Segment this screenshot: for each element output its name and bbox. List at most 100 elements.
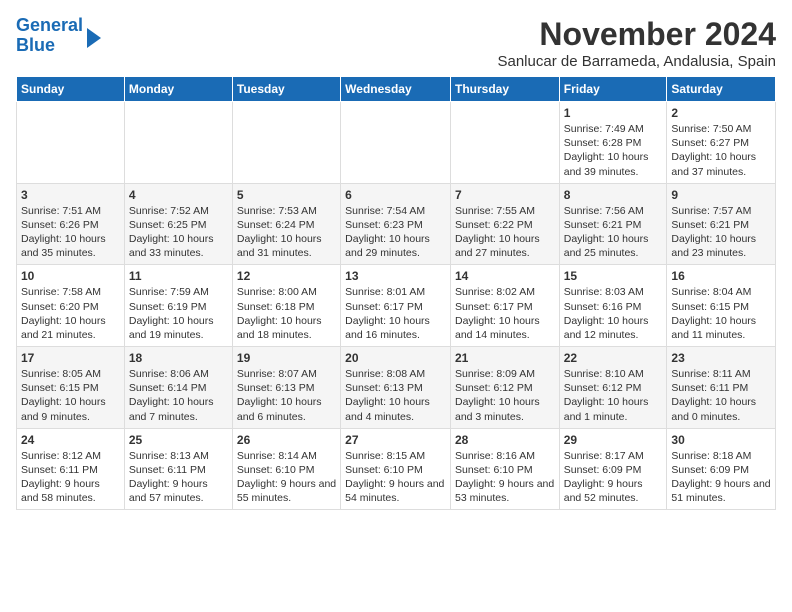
calendar-cell: 11Sunrise: 7:59 AM Sunset: 6:19 PM Dayli… [124, 265, 232, 347]
month-title: November 2024 [497, 16, 776, 53]
day-number: 4 [129, 188, 228, 202]
day-info: Sunrise: 7:49 AM Sunset: 6:28 PM Dayligh… [564, 122, 663, 179]
logo-arrow-icon [87, 28, 101, 48]
calendar-cell: 16 Sunrise: 8:04 AM Sunset: 6:15 PM Dayli… [667, 265, 776, 347]
day-info: Sunrise: 8:03 AM Sunset: 6:16 PM Dayligh… [564, 285, 663, 342]
day-number: 12 [237, 269, 336, 283]
day-info: Sunrise: 8:01 AM Sunset: 6:17 PM Dayligh… [345, 285, 446, 342]
day-number: 18 [129, 351, 228, 365]
calendar-cell: 29 Sunrise: 8:17 AM Sunset: 6:09 PM Dayli… [559, 428, 667, 510]
calendar-cell: 20 Sunrise: 8:08 AM Sunset: 6:13 PM Dayli… [341, 347, 451, 429]
calendar-cell: 27 Sunrise: 8:15 AM Sunset: 6:10 PM Dayli… [341, 428, 451, 510]
calendar-cell: 17Sunrise: 8:05 AM Sunset: 6:15 PM Dayli… [17, 347, 125, 429]
calendar-week-row: 3Sunrise: 7:51 AM Sunset: 6:26 PM Daylig… [17, 183, 776, 265]
weekday-header-cell: Friday [559, 77, 667, 102]
day-number: 14 [455, 269, 555, 283]
calendar-cell: 25 Sunrise: 8:13 AM Sunset: 6:11 PM Dayli… [124, 428, 232, 510]
calendar-cell: 28 Sunrise: 8:16 AM Sunset: 6:10 PM Dayli… [450, 428, 559, 510]
header: General Blue November 2024 Sanlucar de B… [16, 16, 776, 70]
day-number: 9 [671, 188, 771, 202]
day-info: Sunrise: 8:17 AM Sunset: 6:09 PM Dayligh… [564, 449, 663, 506]
logo-line1: General [16, 16, 83, 36]
calendar-week-row: 17Sunrise: 8:05 AM Sunset: 6:15 PM Dayli… [17, 347, 776, 429]
weekday-header-cell: Thursday [450, 77, 559, 102]
day-number: 24 [21, 433, 120, 447]
weekday-header-row: SundayMondayTuesdayWednesdayThursdayFrid… [17, 77, 776, 102]
day-info: Sunrise: 8:10 AM Sunset: 6:12 PM Dayligh… [564, 367, 663, 424]
location-subtitle: Sanlucar de Barrameda, Andalusia, Spain [497, 53, 776, 70]
day-number: 23 [671, 351, 771, 365]
calendar-cell: 8 Sunrise: 7:56 AM Sunset: 6:21 PM Daylig… [559, 183, 667, 265]
day-info: Sunrise: 7:58 AM Sunset: 6:20 PM Dayligh… [21, 285, 120, 342]
day-info: Sunrise: 8:08 AM Sunset: 6:13 PM Dayligh… [345, 367, 446, 424]
day-info: Sunrise: 7:50 AM Sunset: 6:27 PM Dayligh… [671, 122, 771, 179]
calendar-cell: 14 Sunrise: 8:02 AM Sunset: 6:17 PM Dayli… [450, 265, 559, 347]
calendar-cell: 10 Sunrise: 7:58 AM Sunset: 6:20 PM Dayli… [17, 265, 125, 347]
day-number: 17 [21, 351, 120, 365]
weekday-header-cell: Monday [124, 77, 232, 102]
day-number: 28 [455, 433, 555, 447]
day-info: Sunrise: 8:14 AM Sunset: 6:10 PM Dayligh… [237, 449, 336, 506]
day-number: 8 [564, 188, 663, 202]
day-number: 10 [21, 269, 120, 283]
day-number: 27 [345, 433, 446, 447]
logo: General Blue [16, 16, 101, 56]
day-info: Sunrise: 7:53 AM Sunset: 6:24 PM Dayligh… [237, 204, 336, 261]
day-info: Sunrise: 8:18 AM Sunset: 6:09 PM Dayligh… [671, 449, 771, 506]
calendar-cell [232, 102, 340, 184]
day-number: 11 [129, 269, 228, 283]
calendar-cell [17, 102, 125, 184]
logo-line2: Blue [16, 36, 83, 56]
day-info: Sunrise: 7:55 AM Sunset: 6:22 PM Dayligh… [455, 204, 555, 261]
calendar-cell: 3Sunrise: 7:51 AM Sunset: 6:26 PM Daylig… [17, 183, 125, 265]
calendar-cell: 19Sunrise: 8:07 AM Sunset: 6:13 PM Dayli… [232, 347, 340, 429]
day-number: 29 [564, 433, 663, 447]
calendar-cell: 1Sunrise: 7:49 AM Sunset: 6:28 PM Daylig… [559, 102, 667, 184]
calendar-body: 1Sunrise: 7:49 AM Sunset: 6:28 PM Daylig… [17, 102, 776, 510]
calendar-cell: 24 Sunrise: 8:12 AM Sunset: 6:11 PM Dayli… [17, 428, 125, 510]
weekday-header-cell: Wednesday [341, 77, 451, 102]
day-info: Sunrise: 8:13 AM Sunset: 6:11 PM Dayligh… [129, 449, 228, 506]
day-number: 25 [129, 433, 228, 447]
calendar-cell: 5Sunrise: 7:53 AM Sunset: 6:24 PM Daylig… [232, 183, 340, 265]
calendar-cell: 7 Sunrise: 7:55 AM Sunset: 6:22 PM Daylig… [450, 183, 559, 265]
calendar-cell: 6Sunrise: 7:54 AM Sunset: 6:23 PM Daylig… [341, 183, 451, 265]
day-number: 2 [671, 106, 771, 120]
day-number: 7 [455, 188, 555, 202]
calendar-week-row: 1Sunrise: 7:49 AM Sunset: 6:28 PM Daylig… [17, 102, 776, 184]
calendar-cell [341, 102, 451, 184]
title-block: November 2024 Sanlucar de Barrameda, And… [497, 16, 776, 70]
day-info: Sunrise: 8:12 AM Sunset: 6:11 PM Dayligh… [21, 449, 120, 506]
calendar-cell [450, 102, 559, 184]
day-number: 26 [237, 433, 336, 447]
weekday-header-cell: Tuesday [232, 77, 340, 102]
calendar-cell: 18 Sunrise: 8:06 AM Sunset: 6:14 PM Dayli… [124, 347, 232, 429]
day-number: 30 [671, 433, 771, 447]
day-number: 15 [564, 269, 663, 283]
day-info: Sunrise: 7:52 AM Sunset: 6:25 PM Dayligh… [129, 204, 228, 261]
calendar-cell: 9Sunrise: 7:57 AM Sunset: 6:21 PM Daylig… [667, 183, 776, 265]
day-number: 21 [455, 351, 555, 365]
day-info: Sunrise: 8:06 AM Sunset: 6:14 PM Dayligh… [129, 367, 228, 424]
day-info: Sunrise: 8:04 AM Sunset: 6:15 PM Dayligh… [671, 285, 771, 342]
day-info: Sunrise: 8:11 AM Sunset: 6:11 PM Dayligh… [671, 367, 771, 424]
day-info: Sunrise: 8:07 AM Sunset: 6:13 PM Dayligh… [237, 367, 336, 424]
calendar-cell: 12 Sunrise: 8:00 AM Sunset: 6:18 PM Dayli… [232, 265, 340, 347]
day-number: 20 [345, 351, 446, 365]
calendar-cell: 13Sunrise: 8:01 AM Sunset: 6:17 PM Dayli… [341, 265, 451, 347]
calendar-week-row: 24 Sunrise: 8:12 AM Sunset: 6:11 PM Dayli… [17, 428, 776, 510]
day-info: Sunrise: 8:15 AM Sunset: 6:10 PM Dayligh… [345, 449, 446, 506]
weekday-header-cell: Saturday [667, 77, 776, 102]
calendar-cell: 26 Sunrise: 8:14 AM Sunset: 6:10 PM Dayli… [232, 428, 340, 510]
calendar-table: SundayMondayTuesdayWednesdayThursdayFrid… [16, 76, 776, 510]
day-info: Sunrise: 7:56 AM Sunset: 6:21 PM Dayligh… [564, 204, 663, 261]
weekday-header-cell: Sunday [17, 77, 125, 102]
day-info: Sunrise: 8:00 AM Sunset: 6:18 PM Dayligh… [237, 285, 336, 342]
calendar-week-row: 10 Sunrise: 7:58 AM Sunset: 6:20 PM Dayli… [17, 265, 776, 347]
day-number: 6 [345, 188, 446, 202]
day-info: Sunrise: 8:16 AM Sunset: 6:10 PM Dayligh… [455, 449, 555, 506]
day-info: Sunrise: 7:51 AM Sunset: 6:26 PM Dayligh… [21, 204, 120, 261]
calendar-cell: 22Sunrise: 8:10 AM Sunset: 6:12 PM Dayli… [559, 347, 667, 429]
day-info: Sunrise: 8:02 AM Sunset: 6:17 PM Dayligh… [455, 285, 555, 342]
day-number: 16 [671, 269, 771, 283]
